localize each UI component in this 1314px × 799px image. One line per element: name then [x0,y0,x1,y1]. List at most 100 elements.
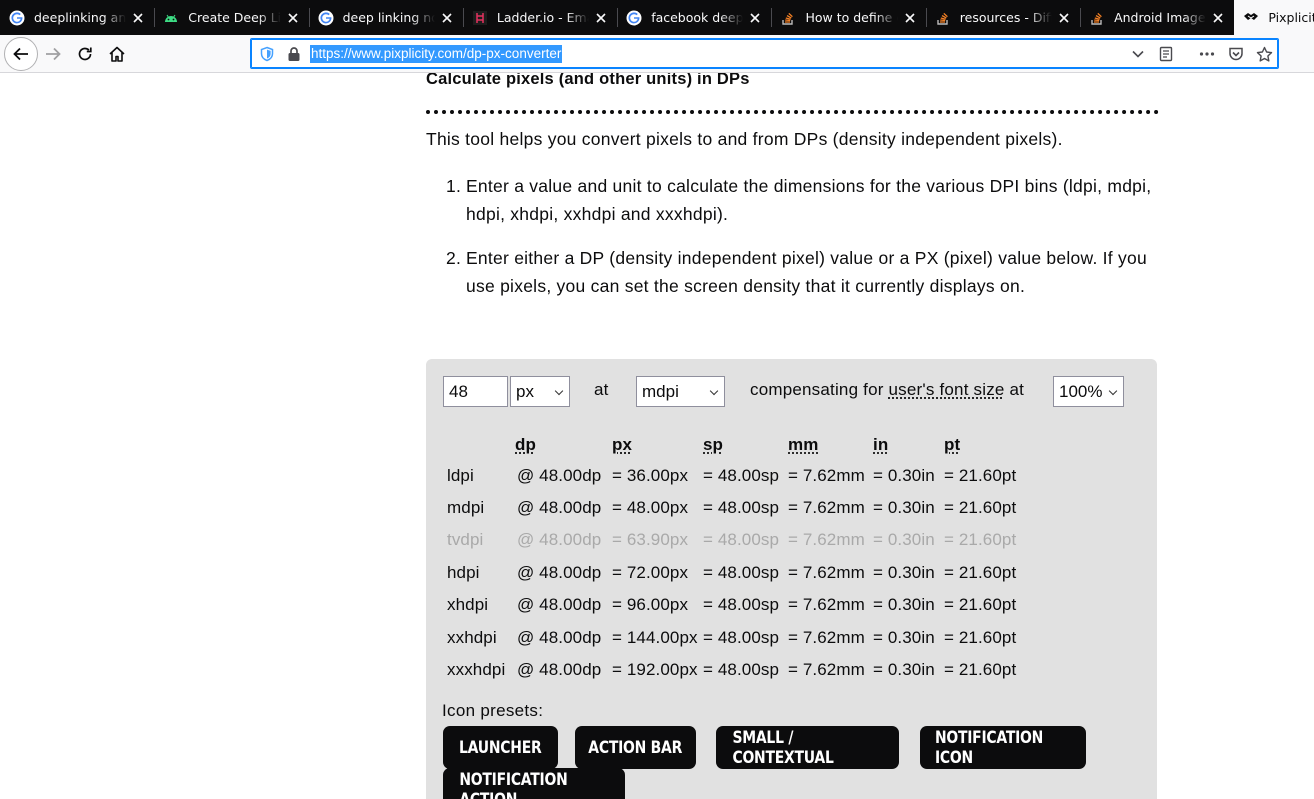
value-cell-pt: = 21.60pt [944,466,1017,485]
tracking-protection-shield-icon[interactable] [259,46,275,66]
value-cell-sp: = 48.00sp [703,595,780,614]
page-heading: Calculate pixels (and other units) in DP… [426,73,750,88]
close-icon[interactable] [281,6,305,30]
instruction-step: 2. Enter either a DP (density independen… [426,244,1156,300]
reload-icon [78,47,92,61]
scale-select[interactable]: 100% [1053,376,1124,407]
value-cell-dp: @ 48.00dp [517,466,602,485]
font-size-link[interactable]: user's font size [889,380,1005,399]
step-text: Enter a value and unit to calculate the … [466,176,1152,224]
browser-tab-active[interactable]: Pixplicity [1234,0,1314,35]
close-icon[interactable] [1052,6,1076,30]
preset-label: Notification icon [934,727,1044,768]
browser-tab[interactable]: deep linking not working [308,0,463,35]
compensating-label: compensating for user's font size at [750,380,1024,400]
value-cell-px: = 48.00px [612,498,689,517]
value-cell-sp: = 48.00sp [703,563,780,582]
browser-tab[interactable]: facebook deep linking [617,0,771,35]
value-cell-dp: @ 48.00dp [517,595,602,614]
browser-tab[interactable]: Ladder.io - Email [462,0,617,35]
value-cell-dp: @ 48.00dp [517,498,602,517]
tab-strip: deeplinking android Create Deep Links de… [0,0,1314,35]
back-button[interactable] [4,37,38,71]
tab-title: facebook deep linking [651,10,744,25]
close-icon[interactable] [589,6,613,30]
at-label: at [594,380,609,399]
step-number: 1. [446,176,462,196]
value-cell-mm: = 7.62mm [788,595,865,614]
value-cell-sp: = 48.00sp [703,628,780,647]
value-cell-sp: = 48.00sp [703,466,780,485]
value-cell-dp: @ 48.00dp [517,660,602,679]
density-name-cell: xxhdpi [447,628,497,647]
tab-title: How to define dimens [805,10,897,25]
density-name-cell: hdpi [447,563,480,582]
density-name-cell: mdpi [447,498,485,517]
preset-action-bar-button[interactable]: Action bar [575,726,696,769]
url-text[interactable]: https://www.pixplicity.com/dp-px-convert… [310,45,563,63]
instructions-list: 1. Enter a value and unit to calculate t… [426,172,1156,316]
stackoverflow-icon [1089,10,1105,26]
value-cell-sp: = 48.00sp [703,498,780,517]
close-icon[interactable] [743,6,767,30]
pocket-icon[interactable] [1226,44,1246,64]
preset-notification-icon-button[interactable]: Notification icon [920,726,1086,769]
value-cell-mm: = 7.62mm [788,628,865,647]
reload-button[interactable] [70,39,100,69]
page-actions-menu-icon[interactable] [1197,44,1217,64]
google-icon [626,10,642,26]
density-name-cell: tvdpi [447,530,484,549]
tab-title: Android ImageView [1114,10,1206,25]
value-cell-sp: = 48.00sp [703,660,780,679]
browser-tab[interactable]: resources - Difference [925,0,1080,35]
value-cell-sp: = 48.00sp [703,530,780,549]
density-select[interactable]: mdpi [636,376,725,407]
value-input[interactable]: 48 [443,376,508,407]
ladder-icon [472,10,488,26]
home-button[interactable] [102,39,132,69]
lock-icon[interactable] [287,46,301,66]
tab-title: resources - Difference [959,10,1052,25]
browser-tab[interactable]: Create Deep Links [154,0,308,35]
tab-title: deeplinking android [34,10,127,25]
preset-notification-action-button[interactable]: Notification action [443,768,625,799]
forward-arrow-icon [46,47,61,61]
value-cell-pt: = 21.60pt [944,595,1017,614]
tab-title: Ladder.io - Email [496,10,589,25]
value-cell-in: = 0.30in [873,628,935,647]
value-cell-px: = 36.00px [612,466,689,485]
value-cell-pt: = 21.60pt [944,498,1017,517]
column-header-dp: dp [515,435,536,454]
reader-view-icon[interactable] [1156,44,1176,64]
value-cell-mm: = 7.62mm [788,498,865,517]
close-icon[interactable] [1206,6,1230,30]
close-icon[interactable] [898,6,922,30]
value-cell-pt: = 21.60pt [944,660,1017,679]
bookmark-star-icon[interactable] [1254,44,1274,64]
intro-text: This tool helps you convert pixels to an… [426,129,1063,149]
value-cell-px: = 96.00px [612,595,689,614]
value-cell-in: = 0.30in [873,498,935,517]
close-icon[interactable] [435,6,459,30]
tab-title: Pixplicity [1268,10,1314,25]
browser-tab[interactable]: deeplinking android [0,0,154,35]
value-cell-px: = 72.00px [612,563,689,582]
preset-label: Launcher [459,737,542,758]
preset-small-contextual-button[interactable]: Small / Contextual [716,726,899,769]
browser-tab[interactable]: How to define dimens [771,0,925,35]
url-bar[interactable]: https://www.pixplicity.com/dp-px-convert… [250,38,1279,69]
chevron-down-icon[interactable] [1128,44,1148,64]
value-cell-pt: = 21.60pt [944,628,1017,647]
forward-button[interactable] [38,39,68,69]
step-number: 2. [446,248,462,268]
browser-tab[interactable]: Android ImageView [1080,0,1234,35]
value-cell-mm: = 7.62mm [788,660,865,679]
unit-select[interactable]: px [510,376,570,407]
google-icon [9,10,25,26]
value-cell-dp: @ 48.00dp [517,563,602,582]
column-header-pt: pt [944,435,961,454]
column-header-mm: mm [788,435,819,454]
close-icon[interactable] [126,6,150,30]
preset-launcher-button[interactable]: Launcher [443,726,558,769]
value-cell-dp: @ 48.00dp [517,530,602,549]
